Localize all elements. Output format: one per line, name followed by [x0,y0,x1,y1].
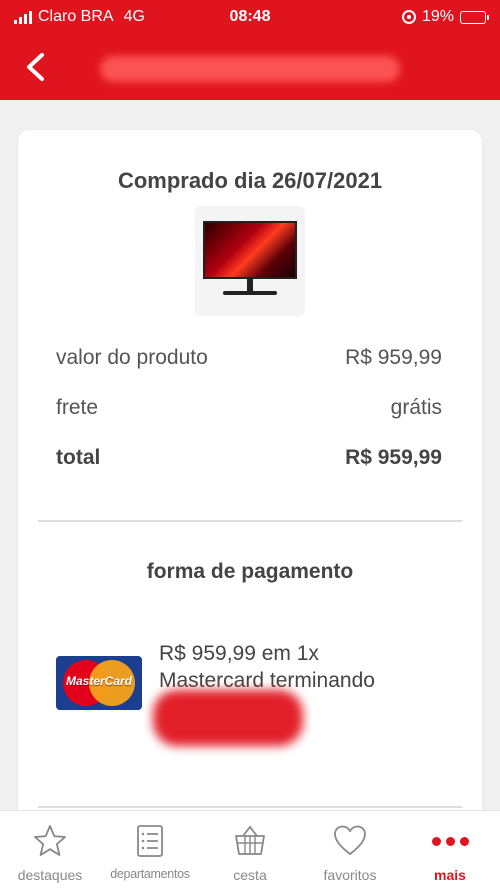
orientation-lock-icon [401,10,416,24]
tab-cesta[interactable]: cesta [200,811,300,888]
row-label: valor do produto [56,346,208,369]
heart-icon [334,825,366,855]
back-button[interactable] [18,47,52,87]
tab-mais[interactable]: mais [400,811,500,888]
payment-section-title: forma de pagamento [146,560,354,583]
tab-favoritos[interactable]: favoritos [300,811,400,888]
battery-percent: 19% [421,8,454,25]
row-value: R$ 959,99 [345,346,442,369]
order-card: Comprado dia 26/07/2021 valor do produto… [18,130,482,830]
bottom-tab-bar: destaques departamentos cesta favoritos … [0,810,500,888]
star-icon [34,825,66,856]
chevron-left-icon [27,53,44,81]
monitor-image [203,221,297,301]
tab-label: cesta [233,867,267,883]
mastercard-logo: MasterCard [56,656,142,710]
product-image[interactable] [195,206,305,316]
purchase-date: Comprado dia 26/07/2021 [117,168,383,193]
price-row-total: total R$ 959,99 [56,446,442,470]
tab-label: destaques [17,867,83,883]
tab-departamentos[interactable]: departamentos [100,811,200,888]
redacted-title [100,56,400,82]
row-value: grátis [390,396,442,419]
divider [38,806,462,808]
redacted-card-number [153,690,303,746]
price-row-shipping: frete grátis [56,396,442,420]
basket-icon [235,825,265,855]
clock: 08:48 [229,8,271,25]
status-bar: Claro BRA 4G 08:48 19% [0,0,500,34]
tab-destaques[interactable]: destaques [0,811,100,888]
tab-label: favoritos [323,867,377,883]
price-row-product: valor do produto R$ 959,99 [56,346,442,370]
payment-details: R$ 959,99 em 1x Mastercard terminando [159,640,375,694]
tab-label: mais [434,867,466,883]
more-dots-icon [431,836,469,846]
network-type: 4G [123,8,145,25]
card-brand: MasterCard [65,674,133,688]
row-value: R$ 959,99 [345,446,442,469]
tab-label: departamentos [110,867,190,881]
top-bar: Claro BRA 4G 08:48 19% [0,0,500,100]
divider [38,520,462,522]
carrier-name: Claro BRA [38,8,114,25]
nav-bar [0,34,500,100]
row-label: frete [56,396,99,419]
battery-icon [460,10,489,24]
signal-icon [14,10,32,24]
list-icon [137,825,163,857]
row-label: total [56,446,101,469]
payment-amount: R$ 959,99 em 1x [159,642,319,665]
